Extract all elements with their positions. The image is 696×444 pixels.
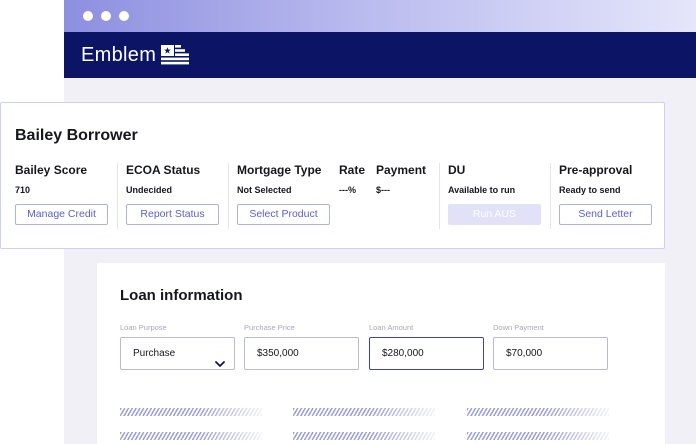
loading-placeholder bbox=[293, 408, 435, 416]
loading-placeholder bbox=[120, 408, 262, 416]
ecoa-status-column: ECOA Status Undecided bbox=[126, 163, 200, 195]
column-title: Payment bbox=[376, 163, 427, 177]
loan-purpose-value: Purchase bbox=[133, 348, 176, 359]
loading-placeholder bbox=[120, 432, 262, 440]
column-divider bbox=[117, 163, 118, 229]
purchase-price-label: Purchase Price bbox=[244, 323, 295, 332]
send-letter-button[interactable]: Send Letter bbox=[559, 204, 652, 225]
mortgage-type-column: Mortgage Type Not Selected bbox=[237, 163, 321, 195]
payment-column: Payment $--- bbox=[376, 163, 426, 195]
rate-column: Rate ---% bbox=[339, 163, 365, 195]
column-divider bbox=[439, 163, 440, 229]
window-titlebar bbox=[64, 0, 696, 32]
loading-placeholder bbox=[293, 432, 435, 440]
borrower-summary-card: Bailey Borrower Bailey Score 710 Manage … bbox=[0, 102, 665, 249]
window-dot-icon[interactable] bbox=[83, 11, 93, 21]
column-value: Ready to send bbox=[559, 185, 621, 195]
manage-credit-button[interactable]: Manage Credit bbox=[15, 204, 108, 225]
du-column: DU Available to run bbox=[448, 163, 515, 195]
report-status-button[interactable]: Report Status bbox=[126, 204, 219, 225]
window-dot-icon[interactable] bbox=[101, 11, 111, 21]
column-divider bbox=[550, 163, 551, 229]
down-payment-label: Down Payment bbox=[493, 323, 544, 332]
down-payment-input[interactable]: $70,000 bbox=[493, 337, 608, 370]
column-value: 710 bbox=[15, 185, 31, 195]
bailey-score-column: Bailey Score 710 bbox=[15, 163, 87, 195]
loan-information-card: Loan information Loan Purpose Purchase P… bbox=[97, 263, 665, 444]
brand-header: Emblem bbox=[64, 32, 696, 78]
column-title: DU bbox=[448, 163, 466, 177]
chevron-down-icon bbox=[215, 350, 225, 381]
run-aus-button[interactable]: Run AUS bbox=[448, 204, 541, 225]
column-value: ---% bbox=[339, 185, 356, 195]
column-title: Bailey Score bbox=[15, 163, 88, 177]
select-product-button[interactable]: Select Product bbox=[237, 204, 330, 225]
column-title: Mortgage Type bbox=[237, 163, 322, 177]
loan-purpose-label: Loan Purpose bbox=[120, 323, 167, 332]
loan-section-title: Loan information bbox=[120, 287, 243, 304]
loan-purpose-select[interactable]: Purchase bbox=[120, 337, 235, 370]
column-value: Not Selected bbox=[237, 185, 292, 195]
loan-amount-input[interactable]: $280,000 bbox=[369, 337, 484, 370]
column-title: Rate bbox=[339, 163, 366, 177]
column-value: Available to run bbox=[448, 185, 516, 195]
column-title: Pre-approval bbox=[559, 163, 633, 177]
brand-name: Emblem bbox=[81, 43, 157, 66]
loading-placeholder bbox=[467, 432, 609, 440]
column-value: $--- bbox=[376, 185, 390, 195]
window-dot-icon[interactable] bbox=[119, 11, 129, 21]
borrower-name: Bailey Borrower bbox=[15, 127, 138, 144]
emblem-logo-icon bbox=[161, 45, 190, 65]
column-title: ECOA Status bbox=[126, 163, 201, 177]
pre-approval-column: Pre-approval Ready to send bbox=[559, 163, 632, 195]
column-divider bbox=[228, 163, 229, 229]
loan-amount-label: Loan Amount bbox=[369, 323, 414, 332]
loading-placeholder bbox=[467, 408, 609, 416]
purchase-price-input[interactable]: $350,000 bbox=[244, 337, 359, 370]
column-value: Undecided bbox=[126, 185, 173, 195]
